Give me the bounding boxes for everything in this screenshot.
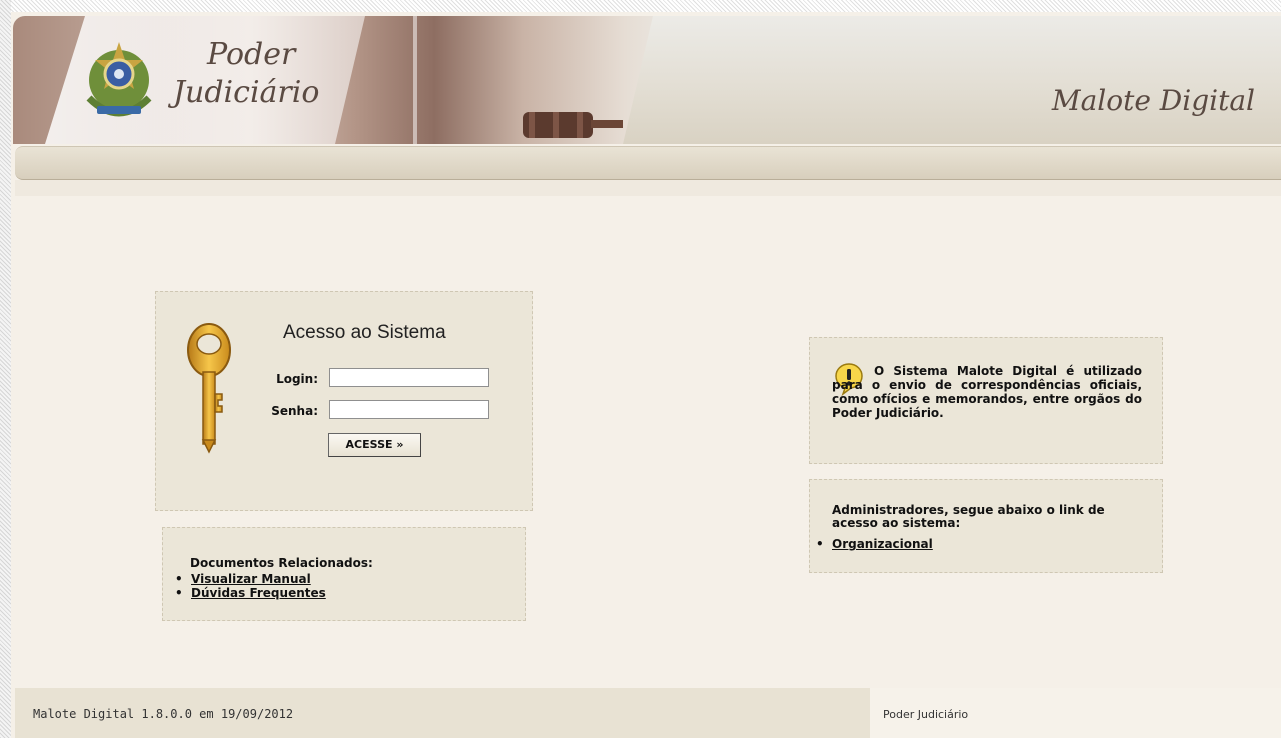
- password-field[interactable]: [329, 400, 489, 419]
- list-item: • Dúvidas Frequentes: [173, 586, 326, 600]
- brand-line-poder: Poder: [207, 37, 296, 72]
- left-border: [0, 0, 11, 738]
- app-name: Malote Digital: [1051, 84, 1255, 117]
- admin-panel: Administradores, segue abaixo o link de …: [809, 479, 1163, 573]
- login-field[interactable]: [329, 368, 489, 387]
- top-border: [0, 0, 1281, 12]
- list-item: • Organizacional: [814, 537, 933, 551]
- login-label: Login:: [276, 372, 318, 386]
- brand-title: Poder Judiciário: [173, 36, 319, 112]
- bullet: •: [175, 586, 183, 600]
- header-banner: Poder Judiciário Malote Digital: [13, 16, 1281, 144]
- admin-text: Administradores, segue abaixo o link de …: [832, 503, 1105, 530]
- manual-link[interactable]: Visualizar Manual: [191, 572, 311, 586]
- nav-bar: [15, 146, 1281, 180]
- gavel-icon: [523, 112, 623, 138]
- scale-decoration: [413, 16, 417, 144]
- list-item: • Visualizar Manual: [173, 572, 326, 586]
- admin-links: • Organizacional: [814, 537, 933, 551]
- acesse-button[interactable]: ACESSE »: [328, 433, 421, 457]
- key-icon: [187, 323, 231, 454]
- documents-title: Documentos Relacionados:: [190, 556, 373, 570]
- info-text: O Sistema Malote Digital é utilizado par…: [832, 364, 1142, 420]
- brand-line-judiciario: Judiciário: [173, 75, 320, 110]
- documents-panel: Documentos Relacionados: • Visualizar Man…: [162, 527, 526, 621]
- footer-org: Poder Judiciário: [883, 708, 969, 721]
- brazil-coat-of-arms-icon: [86, 42, 152, 117]
- login-title: Acesso ao Sistema: [283, 322, 446, 343]
- info-panel: O Sistema Malote Digital é utilizado par…: [809, 337, 1163, 464]
- faq-link[interactable]: Dúvidas Frequentes: [191, 586, 326, 600]
- senha-label: Senha:: [271, 404, 318, 418]
- documents-list: • Visualizar Manual • Dúvidas Frequentes: [173, 572, 326, 600]
- bullet: •: [816, 537, 824, 551]
- footer-version: Malote Digital 1.8.0.0 em 19/09/2012: [33, 707, 294, 721]
- nav-subbar: [15, 180, 1281, 196]
- bullet: •: [175, 572, 183, 586]
- organizacional-link[interactable]: Organizacional: [832, 537, 933, 551]
- login-panel: Acesso ao Sistema Login: Senha: ACESSE »: [155, 291, 533, 511]
